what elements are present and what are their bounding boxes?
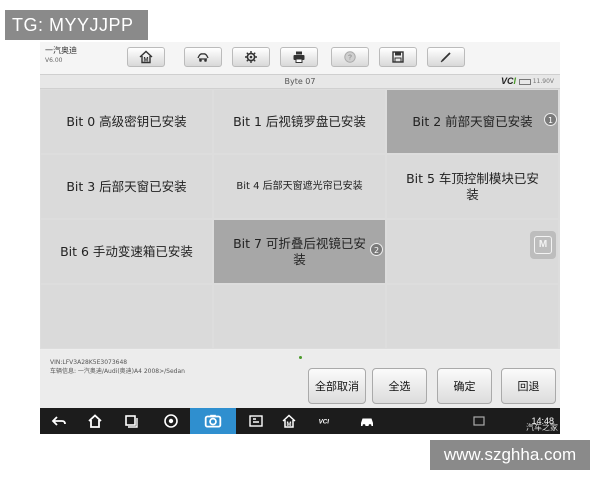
nav-screenshot-button[interactable] [247,412,265,430]
bit-option-1[interactable]: Bit 1 后视镜罗盘已安装 [214,90,385,153]
recent-apps-icon [125,415,138,428]
nav-car-button[interactable] [358,412,376,430]
browser-icon [164,414,178,428]
svg-text:M: M [287,422,292,428]
deselect-all-button[interactable]: 全部取消 [308,368,366,404]
bit-option-0[interactable]: Bit 0 高级密钥已安装 [41,90,212,153]
app-version: V6.00 [45,57,63,64]
bit-label: Bit 5 车顶控制模块已安装 [406,170,539,202]
bit-option-6[interactable]: Bit 6 手动变速箱已安装 [41,220,212,283]
battery-indicator: 11.90V [518,77,554,86]
pen-icon [440,52,451,63]
svg-text:?: ? [348,55,352,62]
back-button[interactable]: 回退 [501,368,556,404]
vci-indicator: VCI [501,76,516,87]
status-dot [299,356,302,359]
empty-cell [387,285,558,348]
bit-label: Bit 6 手动变速箱已安装 [60,243,193,259]
tablet-screen: 一汽奥迪 V6.00 M ? Byte 07 VCI 11.90V Bit 0 … [40,42,560,434]
watermark-bottom: www.szghha.com [430,440,590,470]
settings-button[interactable] [232,47,270,67]
car-icon [361,418,373,427]
bit-option-2[interactable]: Bit 2 前部天窗已安装 [387,90,558,153]
svg-text:M: M [144,58,149,64]
byte-title: Byte 07 [284,77,316,86]
footer-panel: VIN:LFV3A28K5E3073648 车辆信息: 一汽奥迪/Audi(奥迪… [40,350,560,408]
confirm-button[interactable]: 确定 [437,368,492,404]
nav-vci-button[interactable]: VCI [312,412,340,430]
nav-home-button[interactable] [86,412,104,430]
save-button[interactable] [379,47,417,67]
home-icon [88,414,102,428]
nav-back-button[interactable] [50,412,68,430]
nav-browser-button[interactable] [162,412,180,430]
corner-watermark: 汽车之家 [526,423,558,432]
vin-text: VIN:LFV3A28K5E3073648 [50,359,128,366]
bit-label: Bit 2 前部天窗已安装 [412,113,533,129]
vehicle-info-text: 车辆信息: 一汽奥迪/Audi(奥迪)A4 2008>/Sedan [50,368,185,375]
battery-icon [518,78,531,85]
bit-label: Bit 4 后部天窗遮光帘已安装 [236,181,363,192]
vci-icon: VCI [319,418,330,425]
empty-cell [41,285,212,348]
car-lift-icon [197,53,209,62]
floating-m-button[interactable]: M [530,231,556,259]
empty-cell [214,285,385,348]
battery-voltage: 11.90V [532,78,554,85]
bit-label: Bit 1 后视镜罗盘已安装 [233,113,366,129]
image-icon [473,416,485,426]
home-icon: M [139,50,153,64]
help-icon: ? [344,51,356,63]
nav-recent-button[interactable] [122,412,140,430]
maxisys-home-icon: M [282,414,296,428]
status-bar: Byte 07 VCI 11.90V [40,75,560,89]
select-all-button[interactable]: 全选 [372,368,427,404]
system-navbar: M VCI 14:48 汽车之家 [40,408,560,434]
gear-icon [245,51,257,63]
save-icon [392,51,404,63]
nav-maxisys-home-button[interactable]: M [280,412,298,430]
m-icon: M [534,236,552,254]
screen-capture-icon [249,415,263,427]
vehicle-info: VIN:LFV3A28K5E3073648 车辆信息: 一汽奥迪/Audi(奥迪… [50,358,185,376]
bit-label: Bit 0 高级密钥已安装 [66,113,187,129]
camera-button[interactable] [190,408,236,434]
bit-grid: Bit 0 高级密钥已安装 Bit 1 后视镜罗盘已安装 Bit 2 前部天窗已… [40,89,560,349]
edit-button[interactable] [427,47,465,67]
back-arrow-icon [51,416,66,426]
help-button[interactable]: ? [331,47,369,67]
print-button[interactable] [280,47,318,67]
watermark-top: TG: MYYJJPP [5,10,148,40]
notification-image-icon [472,412,486,430]
bit-option-7[interactable]: Bit 7 可折叠后视镜已安装 [214,220,385,283]
vci-suffix: I [513,76,516,86]
svg-text:VCI: VCI [319,418,330,425]
bit-label: Bit 3 后部天窗已安装 [66,178,187,194]
top-toolbar: 一汽奥迪 V6.00 M ? [40,42,560,75]
car-lift-button[interactable] [184,47,222,67]
printer-icon [293,51,305,63]
bit-label: Bit 7 可折叠后视镜已安装 [233,235,366,267]
bit-option-5[interactable]: Bit 5 车顶控制模块已安装 [387,155,558,218]
brand-name: 一汽奥迪 [45,46,77,55]
selection-badge-1: 1 [544,113,557,126]
home-button[interactable]: M [127,47,165,67]
brand-label: 一汽奥迪 V6.00 [45,46,77,66]
bit-option-3[interactable]: Bit 3 后部天窗已安装 [41,155,212,218]
vci-label: VC [500,76,514,86]
selection-badge-2: 2 [370,243,383,256]
bit-option-4[interactable]: Bit 4 后部天窗遮光帘已安装 [214,155,385,218]
camera-icon [204,414,222,428]
